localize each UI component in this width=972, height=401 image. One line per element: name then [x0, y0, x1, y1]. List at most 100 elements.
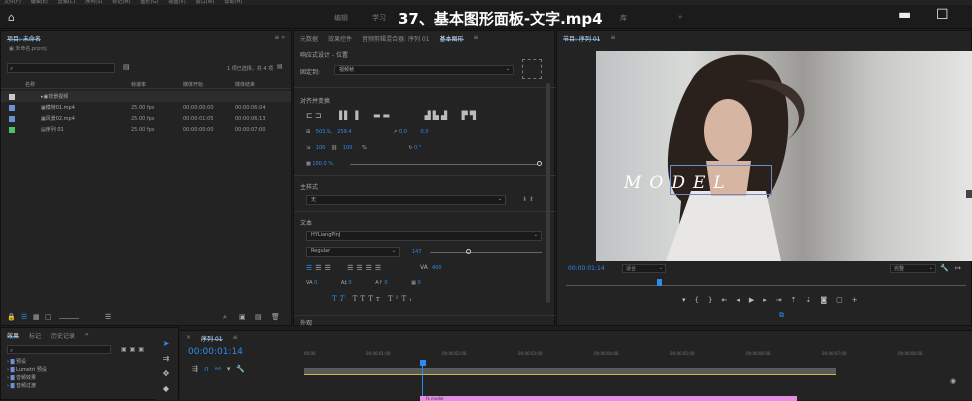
justify-right-icon[interactable]: ☰: [366, 264, 375, 272]
justify-all-icon[interactable]: ☰: [375, 264, 384, 272]
rotation-value[interactable]: 0 °: [414, 145, 421, 151]
go-to-out-icon[interactable]: ⇥: [776, 296, 791, 304]
list-item[interactable]: › ▇ 预设: [7, 358, 47, 366]
scale-width[interactable]: 100: [316, 145, 326, 151]
all-caps-icon[interactable]: TT: [353, 295, 369, 303]
workspace-more-icon[interactable]: »: [678, 13, 682, 21]
razor-tool-icon[interactable]: ◆: [155, 381, 177, 396]
align-text-right-icon[interactable]: ☰: [325, 264, 334, 272]
font-size-slider-handle[interactable]: [466, 249, 471, 254]
project-search-input[interactable]: ⌕: [7, 63, 115, 73]
camera-icon[interactable]: ◙: [820, 296, 836, 304]
icon-view-icon[interactable]: ▦: [33, 313, 40, 321]
list-item[interactable]: › ▇ Lumetri 预设: [7, 366, 47, 374]
pin-dropdown[interactable]: 视频帧 ⌄: [334, 65, 514, 75]
mark-out-icon[interactable]: }: [708, 296, 721, 304]
go-to-in-icon[interactable]: ⇤: [721, 296, 736, 304]
marker-icon[interactable]: ▾: [682, 296, 695, 304]
column-name[interactable]: 名称: [25, 81, 35, 88]
workspace-tab-learn[interactable]: 学习: [372, 13, 386, 23]
monitor-scrollbar[interactable]: [966, 190, 972, 198]
snap-icon[interactable]: ∩: [204, 365, 215, 373]
list-options-icon[interactable]: ▤: [277, 63, 283, 70]
lift-icon[interactable]: ⇡: [791, 296, 806, 304]
program-scrub-bar[interactable]: [566, 285, 966, 286]
timeline-playhead[interactable]: [420, 360, 426, 366]
new-item-icon[interactable]: ▤: [255, 313, 262, 321]
freeform-view-icon[interactable]: ▢: [45, 313, 52, 321]
tab-program[interactable]: 节目: 序列 01: [563, 34, 601, 43]
extract-icon[interactable]: ⇣: [806, 296, 821, 304]
graphic-clip[interactable]: fx model: [420, 396, 797, 401]
lock-icon[interactable]: 🔒: [7, 313, 16, 321]
step-back-icon[interactable]: ◂: [736, 296, 749, 304]
zoom-slider[interactable]: [59, 318, 79, 319]
list-item[interactable]: › ▇ 音频过渡: [7, 382, 47, 390]
column-start[interactable]: 媒体开始: [183, 81, 203, 88]
distribute-center-icon[interactable]: ▙: [433, 111, 441, 120]
playhead[interactable]: [657, 279, 662, 286]
link-icon[interactable]: ⛓: [331, 145, 337, 151]
baseline-value[interactable]: 0: [384, 280, 387, 286]
italic-icon[interactable]: T: [340, 295, 348, 303]
leading-value[interactable]: 0: [348, 280, 351, 286]
anchor-y[interactable]: 0.0: [421, 129, 429, 135]
add-icon[interactable]: +: [852, 296, 867, 304]
opacity-slider[interactable]: [350, 164, 538, 165]
panel-menu-icon[interactable]: ≡ »: [274, 34, 285, 41]
align-left-icon[interactable]: ⊏: [306, 111, 315, 120]
distribute-left-icon[interactable]: ▟: [425, 111, 433, 120]
effect-filter-icons[interactable]: ▣▣▣: [121, 346, 147, 353]
export-frame-icon[interactable]: ↦: [955, 264, 961, 272]
tab-history[interactable]: 历史记录: [51, 331, 75, 340]
push-style-icon[interactable]: ⬇ ⬆: [522, 196, 534, 203]
selection-tool-icon[interactable]: ➤: [155, 336, 177, 351]
wrench-icon[interactable]: 🔧: [940, 264, 949, 272]
new-bin-icon[interactable]: ▣: [239, 313, 246, 321]
minimize-icon[interactable]: ▬: [898, 7, 911, 23]
timeline-settings-icon[interactable]: 🔧: [236, 365, 251, 373]
add-marker-icon[interactable]: ▾: [227, 365, 237, 373]
distribute-top-icon[interactable]: ▛: [462, 111, 470, 120]
collapse-icon[interactable]: ◉: [950, 377, 956, 385]
scale-height[interactable]: 100: [343, 145, 353, 151]
column-fps[interactable]: 帧速率: [131, 81, 146, 88]
opacity-value[interactable]: 100.0 %: [312, 161, 333, 167]
tab-audio-mixer[interactable]: 音频剪辑混合器: 序列 01: [362, 34, 429, 43]
workspace-tab-edit[interactable]: 编辑: [334, 13, 348, 23]
font-size-value[interactable]: 147: [412, 249, 422, 255]
tab-effects[interactable]: 效果: [7, 331, 20, 340]
list-item[interactable]: ▤ 序列 01 25.00 fps 00:00:00:00 00:00:07:0…: [1, 124, 291, 135]
position-x[interactable]: 503.9: [316, 129, 330, 135]
program-video-frame[interactable]: MODEL: [596, 51, 972, 261]
quality-dropdown[interactable]: 完整 ⌄: [890, 264, 936, 273]
compare-icon[interactable]: ▢: [836, 296, 852, 304]
panel-scrollbar[interactable]: [546, 83, 550, 303]
bold-icon[interactable]: T: [332, 295, 340, 303]
step-forward-icon[interactable]: ▸: [763, 296, 776, 304]
close-icon[interactable]: ×: [186, 334, 191, 341]
linked-selection-icon[interactable]: ⚯: [215, 365, 227, 373]
sort-icon[interactable]: ☰: [105, 313, 111, 321]
zoom-level-dropdown[interactable]: 适合 ⌄: [622, 264, 666, 273]
tab-effect-controls[interactable]: 效果控件: [328, 34, 352, 43]
justify-left-icon[interactable]: ☰: [347, 264, 356, 272]
align-text-left-icon[interactable]: ☰: [306, 264, 315, 272]
trash-icon[interactable]: 🗑: [271, 313, 280, 321]
align-bottom-icon[interactable]: ▐: [352, 111, 360, 120]
align-center-icon[interactable]: ⊐: [315, 111, 324, 120]
tab-markers[interactable]: 标记: [29, 331, 41, 340]
font-size-slider[interactable]: [430, 252, 542, 253]
font-dropdown[interactable]: HYLiangPinJ ⌄: [306, 231, 542, 241]
tab-sequence[interactable]: 序列 01: [201, 334, 223, 343]
tsume-value[interactable]: 0: [418, 280, 421, 286]
home-icon[interactable]: ⌂: [8, 11, 15, 24]
list-item[interactable]: › ▇ 音频效果: [7, 374, 47, 382]
list-item[interactable]: ▦ 风景02.mp4 25.00 fps 00:00:01:05 00:00:0…: [1, 113, 291, 124]
distribute-right-icon[interactable]: ▟: [441, 111, 449, 120]
panel-menu-icon[interactable]: ≡: [610, 34, 615, 41]
panel-menu-icon[interactable]: ≡: [233, 334, 238, 341]
font-style-dropdown[interactable]: Regular ⌄: [306, 247, 400, 257]
tab-project[interactable]: 项目: 未命名: [7, 34, 41, 43]
distribute-bottom-icon[interactable]: ▜: [470, 111, 478, 120]
